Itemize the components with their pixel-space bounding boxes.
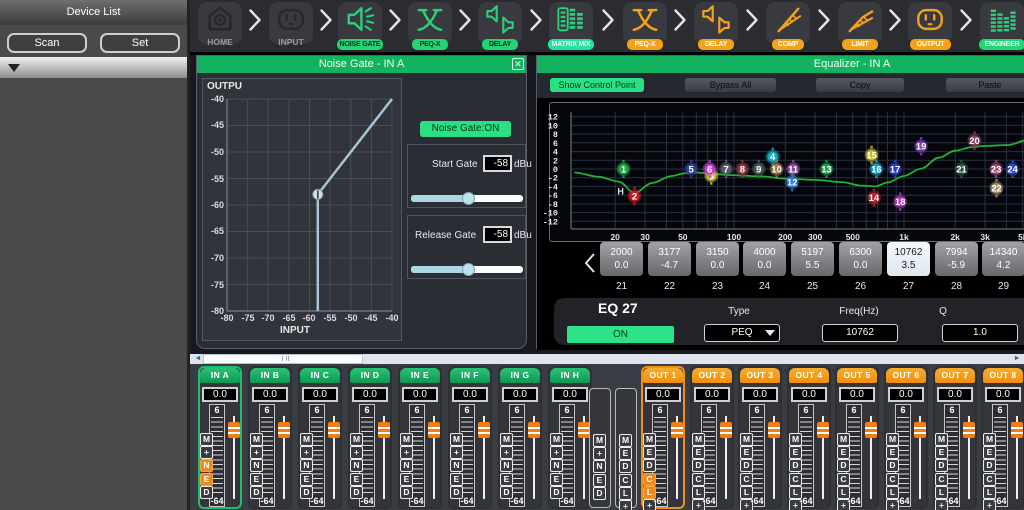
svg-text:-12: -12 [543,217,558,227]
svg-text:500: 500 [846,232,860,242]
svg-text:100: 100 [727,232,741,242]
svg-text:3k: 3k [980,232,990,242]
svg-text:50: 50 [678,232,688,242]
svg-text:300: 300 [808,232,822,242]
svg-text:200: 200 [778,232,792,242]
svg-text:5k: 5k [1018,232,1024,242]
svg-text:1k: 1k [899,232,909,242]
svg-text:30: 30 [640,232,650,242]
svg-text:20: 20 [610,232,620,242]
svg-text:2k: 2k [950,232,960,242]
